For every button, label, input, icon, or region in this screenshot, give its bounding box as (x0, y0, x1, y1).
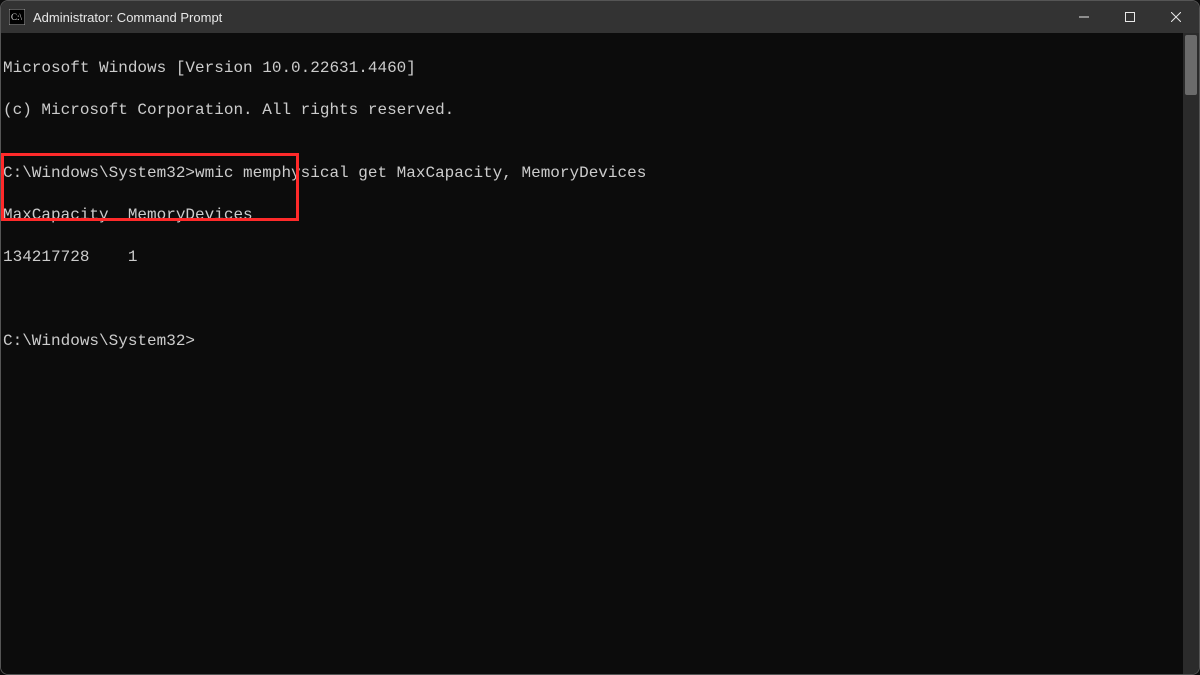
titlebar[interactable]: C:\ Administrator: Command Prompt (1, 1, 1199, 33)
scrollbar-thumb[interactable] (1185, 35, 1197, 95)
version-line: Microsoft Windows [Version 10.0.22631.44… (3, 58, 1183, 79)
copyright-line: (c) Microsoft Corporation. All rights re… (3, 100, 1183, 121)
output-header: MaxCapacity MemoryDevices (3, 205, 1183, 226)
terminal-output[interactable]: Microsoft Windows [Version 10.0.22631.44… (1, 33, 1183, 674)
prompt-path: C:\Windows\System32> (3, 332, 195, 350)
prompt-command: wmic memphysical get MaxCapacity, Memory… (195, 164, 646, 182)
svg-text:C:\: C:\ (11, 12, 23, 22)
window-title: Administrator: Command Prompt (33, 10, 222, 25)
prompt-line-1: C:\Windows\System32>wmic memphysical get… (3, 163, 1183, 184)
command-prompt-window: C:\ Administrator: Command Prompt Micros… (0, 0, 1200, 675)
content-area: Microsoft Windows [Version 10.0.22631.44… (1, 33, 1199, 674)
minimize-button[interactable] (1061, 1, 1107, 33)
cmd-icon: C:\ (9, 9, 25, 25)
prompt-line-2: C:\Windows\System32> (3, 331, 1183, 352)
window-controls (1061, 1, 1199, 33)
prompt-path: C:\Windows\System32> (3, 164, 195, 182)
vertical-scrollbar[interactable] (1183, 33, 1199, 674)
output-row: 134217728 1 (3, 247, 1183, 268)
maximize-button[interactable] (1107, 1, 1153, 33)
close-button[interactable] (1153, 1, 1199, 33)
